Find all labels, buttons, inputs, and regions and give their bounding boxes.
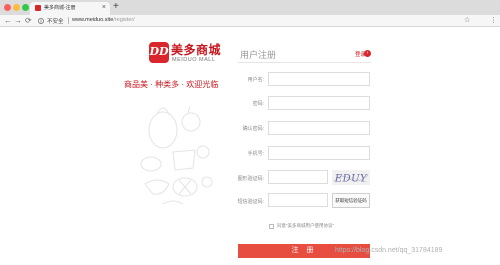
agreement-text: 同意“美多商城用户使用协议” bbox=[277, 223, 334, 228]
username-input[interactable] bbox=[268, 72, 370, 86]
form-title: 用户注册 bbox=[240, 50, 277, 60]
window-zoom-button[interactable] bbox=[22, 4, 29, 11]
password-confirm-input[interactable] bbox=[268, 121, 370, 135]
browser-tab[interactable]: 美多商城-注册 × bbox=[30, 2, 110, 15]
captcha-text: EDUY bbox=[334, 174, 368, 185]
chevron-right-icon[interactable]: › bbox=[364, 50, 371, 57]
security-label: 不安全 bbox=[47, 19, 64, 25]
password-confirm-label: 确认密码: bbox=[242, 126, 264, 132]
password-label: 密码: bbox=[252, 101, 264, 107]
reload-icon[interactable]: ⟳ bbox=[25, 15, 32, 27]
browser-tab-bar: 美多商城-注册 × + bbox=[0, 0, 500, 15]
url-host: www.meiduo.site bbox=[72, 17, 114, 23]
get-sms-code-button[interactable]: 获取短信验证码 bbox=[332, 193, 370, 208]
new-tab-button[interactable]: + bbox=[113, 1, 119, 13]
image-code-label: 图形验证码: bbox=[237, 176, 264, 182]
address-divider bbox=[68, 17, 69, 24]
back-arrow-icon[interactable]: ← bbox=[4, 15, 12, 27]
browser-toolbar: ← → ⟳ 不安全 www.meiduo.site/register/ ☆ ⋮ bbox=[0, 15, 500, 27]
username-label: 用户名: bbox=[247, 77, 264, 83]
logo: DD bbox=[149, 42, 169, 63]
bookmark-star-icon[interactable]: ☆ bbox=[464, 15, 470, 27]
url-text[interactable]: www.meiduo.site/register/ bbox=[72, 17, 135, 23]
close-icon[interactable]: × bbox=[102, 3, 106, 13]
title-divider bbox=[238, 62, 371, 63]
logo-letters: DD bbox=[149, 45, 169, 58]
watermark: https://blog.csdn.net/qq_31784189 bbox=[335, 247, 443, 254]
url-path: /register/ bbox=[113, 17, 135, 23]
agreement-checkbox[interactable] bbox=[269, 224, 274, 229]
tab-title: 美多商城-注册 bbox=[44, 5, 76, 11]
window-close-button[interactable] bbox=[4, 4, 11, 11]
browser-menu-icon[interactable]: ⋮ bbox=[490, 15, 497, 27]
forward-arrow-icon[interactable]: → bbox=[14, 15, 22, 27]
address-bar[interactable]: 不安全 www.meiduo.site/register/ bbox=[36, 16, 476, 26]
password-input[interactable] bbox=[268, 96, 370, 110]
captcha-image[interactable]: EDUY bbox=[332, 170, 370, 185]
info-icon[interactable] bbox=[38, 17, 44, 25]
mobile-label: 手机号: bbox=[247, 151, 264, 157]
favicon-icon bbox=[35, 5, 41, 11]
brand-name-en: MEIDUO MALL bbox=[172, 57, 216, 63]
window-minimize-button[interactable] bbox=[13, 4, 20, 11]
sms-code-label: 短信验证码: bbox=[237, 199, 264, 205]
mobile-input[interactable] bbox=[268, 146, 370, 160]
brand-name: 美多商城 bbox=[171, 43, 222, 57]
image-code-input[interactable] bbox=[268, 170, 328, 184]
sms-code-input[interactable] bbox=[268, 193, 328, 207]
